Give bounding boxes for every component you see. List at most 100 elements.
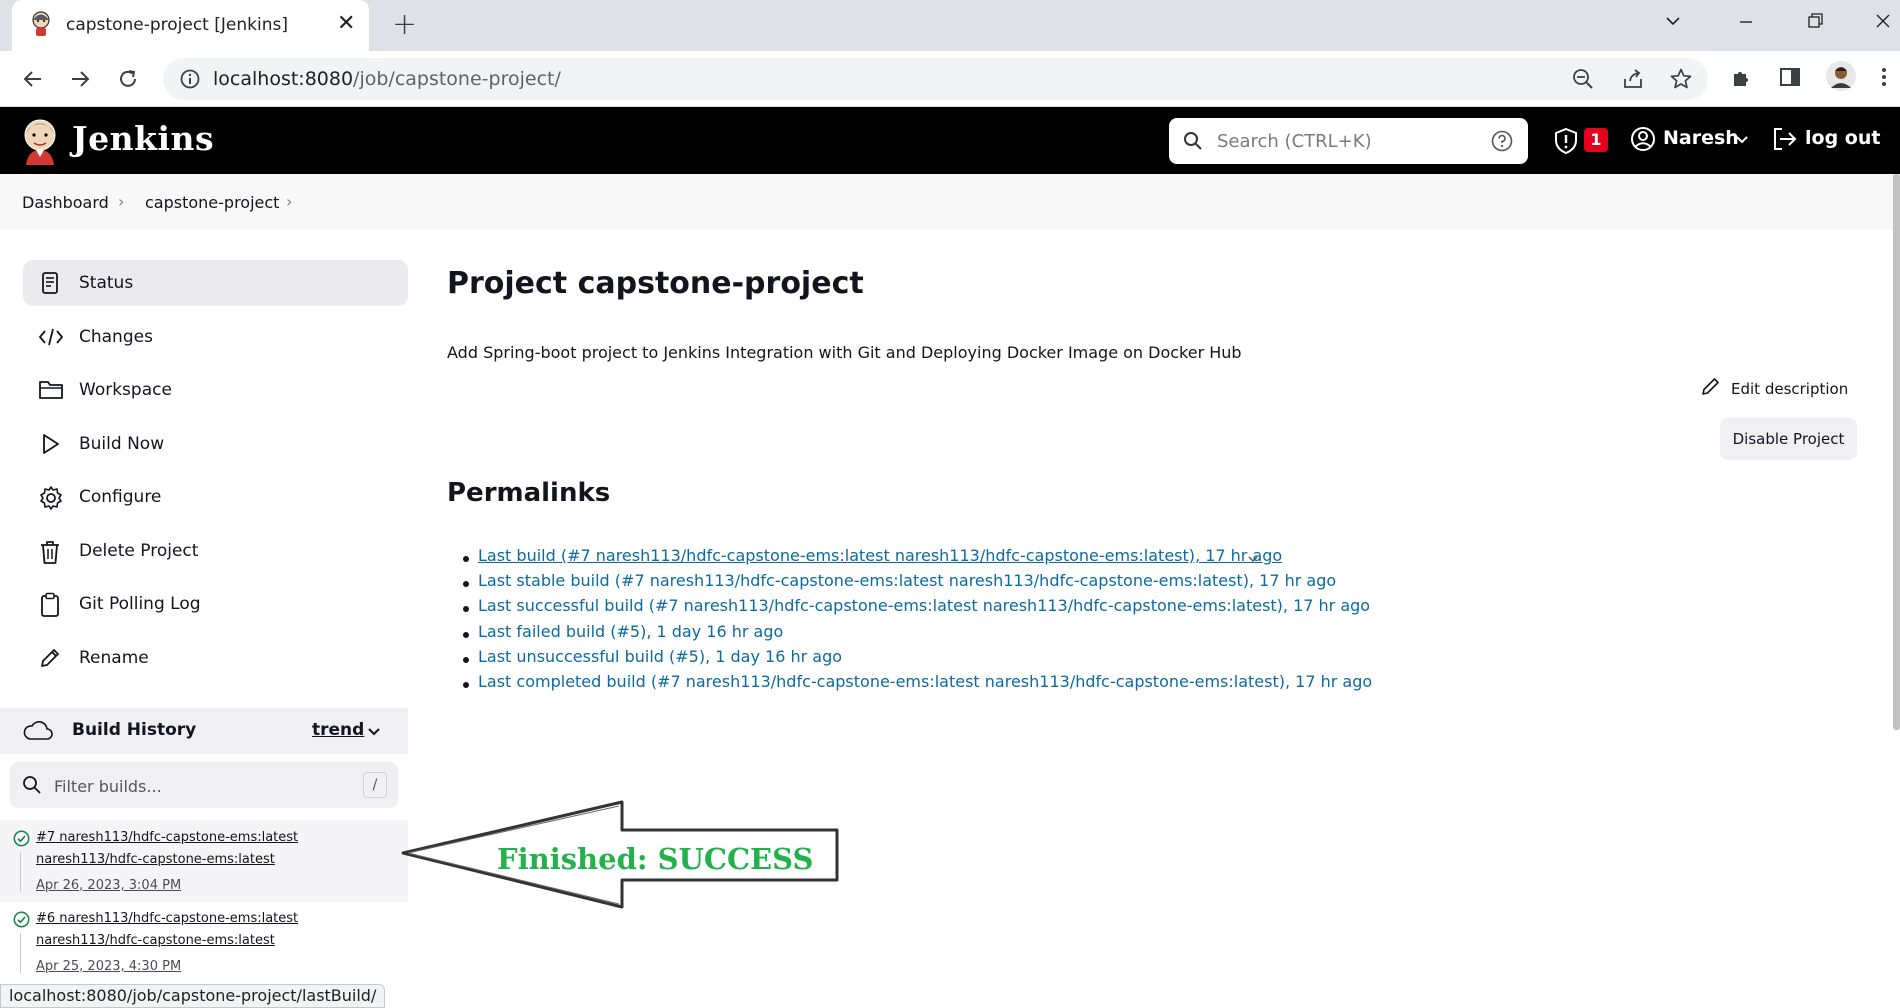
breadcrumb-capstone-project[interactable]: capstone-project xyxy=(145,193,279,212)
browser-tab[interactable]: capstone-project [Jenkins] ✕ xyxy=(12,0,369,51)
task-label: Status xyxy=(79,273,134,293)
edit-description-link[interactable]: Edit description xyxy=(1700,375,1848,401)
forward-icon[interactable] xyxy=(65,64,95,94)
jenkins-title[interactable]: Jenkins xyxy=(72,119,214,158)
task-rename[interactable]: Rename xyxy=(23,635,408,681)
search-box[interactable] xyxy=(1169,118,1528,164)
permalink-last-successful-build[interactable]: Last successful build (#7 naresh113/hdfc… xyxy=(478,596,1370,615)
jenkins-favicon-icon xyxy=(30,11,52,41)
permalink-last-completed-build[interactable]: Last completed build (#7 naresh113/hdfc-… xyxy=(478,672,1372,691)
address-bar[interactable]: localhost:8080/job/capstone-project/ xyxy=(163,58,1708,100)
filter-builds[interactable]: / xyxy=(10,762,398,808)
task-changes[interactable]: Changes xyxy=(23,314,408,360)
reload-icon[interactable] xyxy=(113,64,143,94)
url-text: localhost:8080/job/capstone-project/ xyxy=(213,68,561,90)
user-name-link[interactable]: Naresh xyxy=(1663,127,1739,149)
task-label: Rename xyxy=(79,648,149,668)
disable-project-button[interactable]: Disable Project xyxy=(1720,418,1857,460)
build-row[interactable]: #7 naresh113/hdfc-capstone-ems:latest na… xyxy=(0,820,408,902)
success-check-icon xyxy=(13,830,30,851)
link-hover-status: localhost:8080/job/capstone-project/last… xyxy=(0,984,386,1008)
permalinks-list: Last build (#7 naresh113/hdfc-capstone-e… xyxy=(462,546,1372,697)
chevron-down-icon[interactable] xyxy=(366,724,382,743)
build-link[interactable]: #6 naresh113/hdfc-capstone-ems:latest na… xyxy=(36,908,366,952)
build-row[interactable]: #6 naresh113/hdfc-capstone-ems:latest na… xyxy=(0,901,408,983)
side-panel-icon[interactable] xyxy=(1778,65,1802,93)
search-input[interactable] xyxy=(1217,128,1477,154)
permalink-last-stable-build[interactable]: Last stable build (#7 naresh113/hdfc-cap… xyxy=(478,571,1336,590)
task-label: Git Polling Log xyxy=(79,594,201,614)
search-icon xyxy=(22,775,42,799)
window-close-icon[interactable] xyxy=(1874,11,1892,35)
permalink-last-unsuccessful-build[interactable]: Last unsuccessful build (#5), 1 day 16 h… xyxy=(478,647,842,666)
permalink-item: Last build (#7 naresh113/hdfc-capstone-e… xyxy=(462,546,1372,571)
pencil-icon xyxy=(1700,375,1722,401)
alert-count-badge[interactable]: 1 xyxy=(1584,128,1608,152)
build-timeline-line xyxy=(20,933,21,973)
task-delete-project[interactable]: Delete Project xyxy=(23,528,408,574)
task-label: Configure xyxy=(79,487,162,507)
site-info-icon[interactable] xyxy=(179,68,201,94)
permalink-last-build[interactable]: Last build (#7 naresh113/hdfc-capstone-e… xyxy=(478,546,1282,565)
task-configure[interactable]: Configure xyxy=(23,474,408,520)
tab-close-icon[interactable]: ✕ xyxy=(337,13,355,35)
task-label: Delete Project xyxy=(79,541,199,561)
breadcrumb-separator-icon[interactable]: › xyxy=(286,192,292,211)
folder-icon xyxy=(38,378,64,406)
build-history-title: Build History xyxy=(72,720,197,740)
zoom-icon[interactable] xyxy=(1571,67,1595,95)
browser-menu-icon[interactable] xyxy=(1880,65,1888,93)
build-timeline-line xyxy=(20,852,21,892)
trend-link[interactable]: trend xyxy=(312,720,364,740)
code-icon xyxy=(38,325,64,353)
jenkins-header: Jenkins 1 Naresh log out xyxy=(0,107,1900,174)
build-link[interactable]: #7 naresh113/hdfc-capstone-ems:latest na… xyxy=(36,827,366,871)
profile-avatar[interactable] xyxy=(1826,61,1856,95)
build-history-header: Build History trend xyxy=(0,708,408,754)
filter-shortcut-hint: / xyxy=(363,772,387,798)
tab-title: capstone-project [Jenkins] xyxy=(66,15,288,35)
task-workspace[interactable]: Workspace xyxy=(23,367,408,413)
permalink-item: Last failed build (#5), 1 day 16 hr ago xyxy=(462,622,1372,647)
browser-toolbar: localhost:8080/job/capstone-project/ xyxy=(0,51,1900,107)
task-git-polling-log[interactable]: Git Polling Log xyxy=(23,581,408,627)
breadcrumb: Dashboard › capstone-project › xyxy=(0,174,1900,230)
build-date-link[interactable]: Apr 26, 2023, 3:04 PM xyxy=(36,878,181,893)
search-icon xyxy=(1183,131,1203,155)
task-status[interactable]: Status xyxy=(23,260,408,306)
tab-search-icon[interactable] xyxy=(1664,11,1682,35)
project-description: Add Spring-boot project to Jenkins Integ… xyxy=(447,343,1242,362)
task-label: Workspace xyxy=(79,380,172,400)
build-date-link[interactable]: Apr 25, 2023, 4:30 PM xyxy=(36,959,181,974)
logout-link[interactable]: log out xyxy=(1805,127,1880,149)
restore-icon[interactable] xyxy=(1806,11,1824,35)
breadcrumb-dashboard[interactable]: Dashboard xyxy=(22,193,109,212)
new-tab-icon[interactable]: + xyxy=(392,10,417,40)
chevron-down-icon[interactable] xyxy=(1246,551,1260,570)
logout-icon[interactable] xyxy=(1771,126,1797,156)
bookmark-star-icon[interactable] xyxy=(1669,67,1693,95)
user-menu-chevron-icon[interactable] xyxy=(1735,131,1749,150)
cloud-icon xyxy=(22,718,54,746)
edit-description-label: Edit description xyxy=(1731,380,1849,398)
clipboard-icon xyxy=(38,592,62,622)
back-icon[interactable] xyxy=(18,64,48,94)
help-icon[interactable] xyxy=(1491,130,1513,156)
filter-builds-input[interactable] xyxy=(54,774,354,798)
play-icon xyxy=(38,432,62,460)
page-title: Project capstone-project xyxy=(447,266,864,301)
gear-icon xyxy=(38,485,64,515)
task-label: Build Now xyxy=(79,434,165,454)
permalink-item: Last successful build (#7 naresh113/hdfc… xyxy=(462,596,1372,621)
extensions-icon[interactable] xyxy=(1730,65,1754,93)
share-icon[interactable] xyxy=(1621,67,1645,95)
security-shield-icon[interactable] xyxy=(1554,127,1578,158)
permalink-item: Last unsuccessful build (#5), 1 day 16 h… xyxy=(462,647,1372,672)
minimize-icon[interactable] xyxy=(1737,11,1755,35)
permalinks-heading: Permalinks xyxy=(447,478,611,508)
permalink-last-failed-build[interactable]: Last failed build (#5), 1 day 16 hr ago xyxy=(478,622,783,641)
jenkins-logo-icon[interactable] xyxy=(20,117,60,169)
user-icon[interactable] xyxy=(1630,126,1656,156)
page-scrollbar[interactable] xyxy=(1893,174,1900,730)
task-build-now[interactable]: Build Now xyxy=(23,421,408,467)
